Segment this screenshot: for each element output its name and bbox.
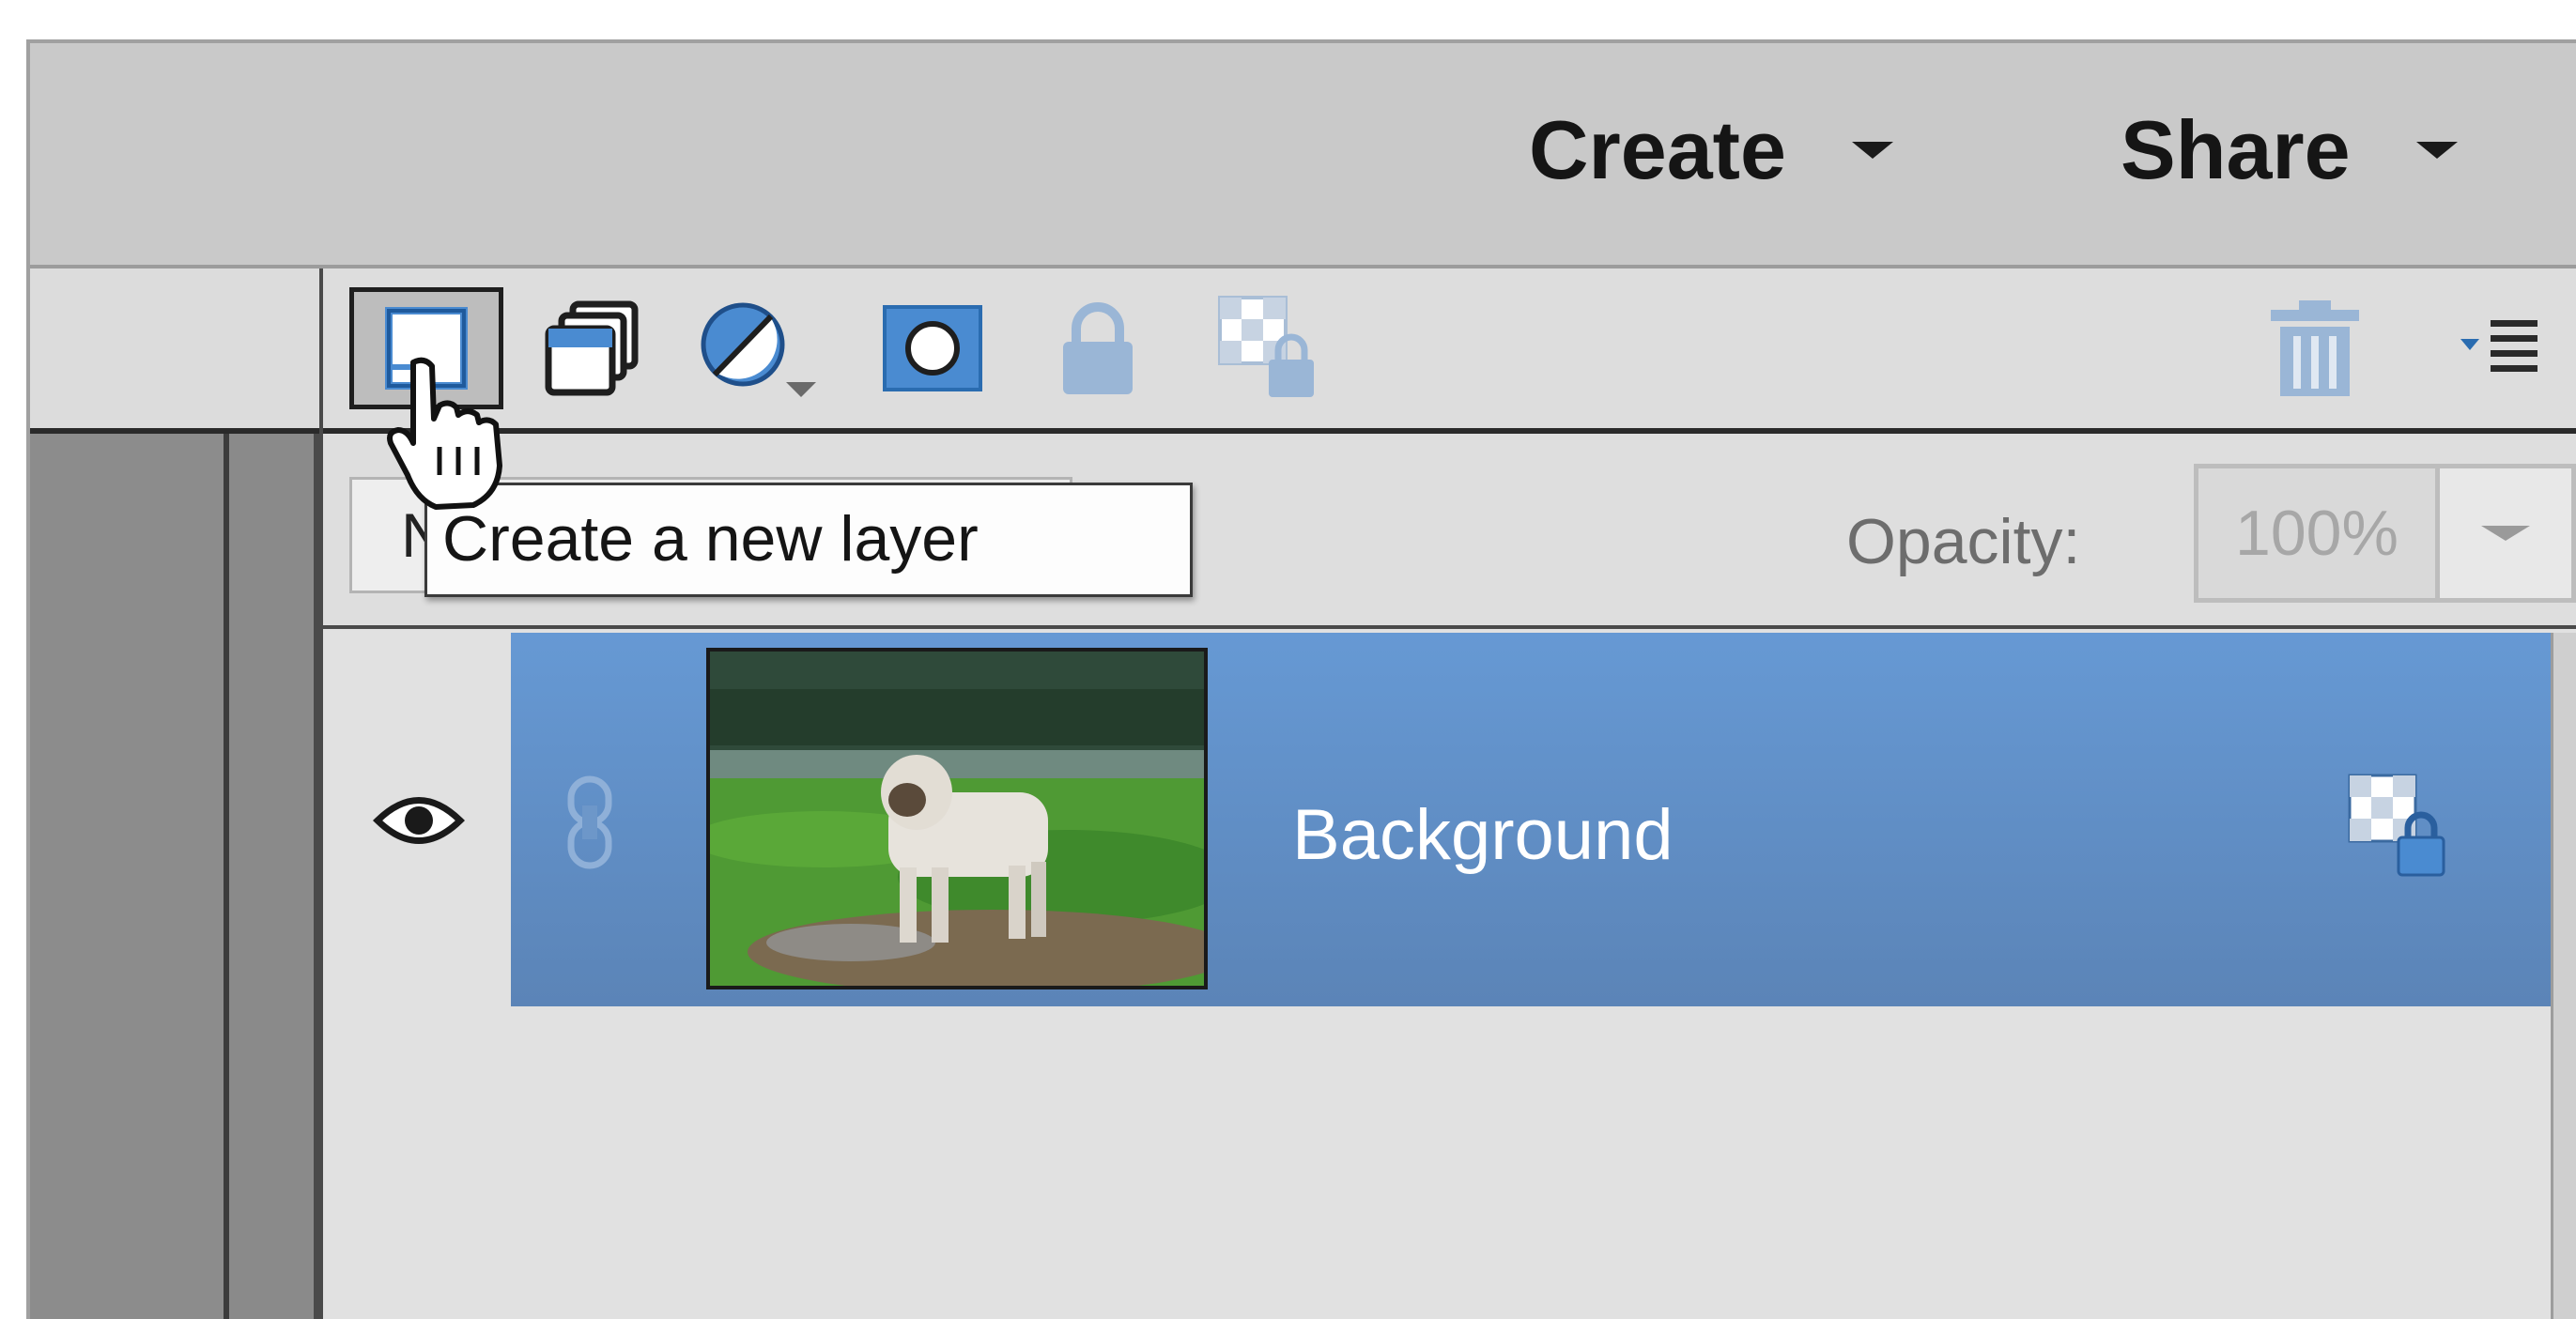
layer-name: Background <box>1292 795 1674 875</box>
layer-mask-icon <box>881 301 984 395</box>
layers-scrollbar[interactable] <box>2551 633 2576 1319</box>
left-panel-header <box>30 268 319 434</box>
layer-visibility-toggle[interactable] <box>362 775 475 869</box>
layer-link-toggle[interactable] <box>554 768 625 881</box>
create-menu-button[interactable]: Create <box>1529 103 1893 197</box>
chevron-down-icon <box>2415 142 2458 159</box>
hand-cursor-icon <box>379 353 520 513</box>
checker-lock-icon <box>2344 774 2457 886</box>
eye-icon <box>372 788 466 858</box>
checker-lock-icon <box>1214 292 1327 405</box>
stacked-pages-icon <box>541 297 644 400</box>
panel-menu-button[interactable] <box>2432 287 2564 409</box>
trash-icon <box>2263 297 2367 400</box>
dog-photo-image <box>710 652 1204 986</box>
tooltip: Create a new layer <box>424 483 1193 597</box>
chevron-down-icon <box>2481 526 2530 541</box>
opacity-label: Opacity: <box>1846 506 2081 577</box>
opacity-dropdown-button[interactable] <box>2440 464 2576 603</box>
duplicate-layer-button[interactable] <box>522 287 663 409</box>
create-menu-label: Create <box>1529 103 1786 196</box>
left-panel-divider[interactable] <box>229 434 319 1319</box>
half-circle-icon <box>688 292 820 405</box>
layer-thumbnail <box>706 648 1208 989</box>
left-panel-strip <box>30 434 229 1319</box>
opacity-value: 100% <box>2235 498 2399 569</box>
share-menu-label: Share <box>2121 103 2351 196</box>
add-mask-button[interactable] <box>862 287 1003 409</box>
lock-all-button[interactable] <box>1027 287 1168 409</box>
link-icon <box>562 775 618 874</box>
adjustment-layer-button[interactable] <box>684 287 825 409</box>
lock-transparency-button[interactable] <box>1200 287 1341 409</box>
delete-layer-button[interactable] <box>2244 287 2385 409</box>
lock-icon <box>1056 297 1140 400</box>
chevron-down-icon <box>1851 142 1893 159</box>
panel-menu-icon <box>2451 311 2545 386</box>
opacity-input[interactable]: 100% <box>2194 464 2440 603</box>
share-menu-button[interactable]: Share <box>2121 103 2458 197</box>
layer-lock-indicator[interactable] <box>2344 770 2457 882</box>
